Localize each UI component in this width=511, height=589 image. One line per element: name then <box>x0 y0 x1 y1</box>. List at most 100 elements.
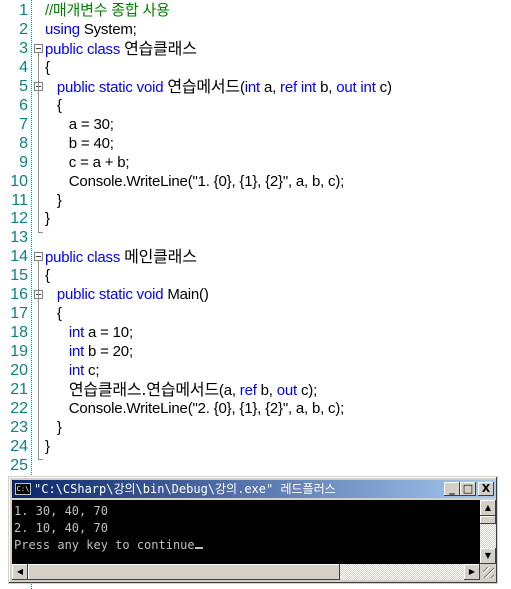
code-line[interactable]: 8 b = 40; <box>0 134 511 153</box>
console-output-area[interactable]: 1. 30, 40, 70 2. 10, 40, 70 Press any ke… <box>12 500 480 564</box>
code-line[interactable]: 17 { <box>0 304 511 323</box>
close-button[interactable]: X <box>478 482 494 496</box>
code-line[interactable]: 2 using System; <box>0 20 511 39</box>
code-line[interactable]: 11 } <box>0 191 511 210</box>
line-number: 20 <box>10 362 28 380</box>
code-line[interactable]: 16 public static void Main() <box>0 285 511 304</box>
collapse-toggle-icon[interactable] <box>34 252 43 262</box>
code-text: public static void Main() <box>45 285 209 304</box>
code-token: Main() <box>167 286 209 304</box>
line-number: 3 <box>19 39 28 57</box>
code-token: c) <box>379 78 392 96</box>
keyword-token: out int <box>336 78 380 96</box>
code-text: public class 연습클래스 <box>45 39 197 59</box>
code-token: (a, <box>218 382 240 399</box>
outline-guide-end <box>38 459 43 460</box>
scroll-right-arrow-icon[interactable]: ▶ <box>464 564 480 580</box>
code-text: b = 40; <box>45 134 114 153</box>
line-number: 10 <box>10 172 28 190</box>
code-text: { <box>45 96 62 115</box>
line-number: 23 <box>10 418 28 436</box>
code-line[interactable]: 24} <box>0 437 511 456</box>
line-number: 16 <box>10 286 28 304</box>
scroll-left-arrow-icon[interactable]: ◀ <box>12 564 28 580</box>
vertical-scroll-thumb[interactable] <box>480 516 496 524</box>
code-line[interactable]: 23 } <box>0 418 511 437</box>
code-line[interactable]: 18 int a = 10; <box>0 323 511 342</box>
keyword-token: using <box>45 20 84 38</box>
code-line[interactable]: 21 연습클래스.연습메서드(a, ref b, out c); <box>0 380 511 399</box>
code-text: } <box>45 209 50 228</box>
code-token: { <box>45 58 50 76</box>
code-line[interactable]: 6 { <box>0 96 511 115</box>
line-number: 18 <box>10 324 28 342</box>
code-line[interactable]: 15 { <box>0 266 511 285</box>
code-text: { <box>45 304 62 323</box>
code-line[interactable]: 4{ <box>0 58 511 77</box>
keyword-token: int <box>244 78 264 96</box>
keyword-token: public class <box>45 249 125 267</box>
code-line[interactable]: 7 a = 30; <box>0 115 511 134</box>
code-text: a = 30; <box>45 115 114 134</box>
code-token: c; <box>88 362 100 380</box>
code-token: } <box>45 437 50 455</box>
line-number: 5 <box>19 77 28 95</box>
keyword-token: public class <box>45 40 125 58</box>
line-number: 1 <box>19 2 28 19</box>
code-token: System; <box>83 20 137 38</box>
code-text: public static void 연습메서드(int a, ref int … <box>45 77 392 97</box>
console-titlebar[interactable]: C:\ "C:\CSharp\강의\bin\Debug\강의.exe" 레드플러… <box>12 480 496 498</box>
line-number: 2 <box>19 20 28 38</box>
code-line[interactable]: 20 int c; <box>0 361 511 380</box>
code-line[interactable]: 5 public static void 연습메서드(int a, ref in… <box>0 77 511 96</box>
line-number: 15 <box>10 267 28 285</box>
code-token: 연습클래스.연습메서드 <box>68 380 219 399</box>
code-line[interactable]: 25 <box>0 456 511 475</box>
horizontal-scroll-thumb[interactable] <box>28 564 340 580</box>
console-app-icon[interactable]: C:\ <box>15 483 31 495</box>
code-line[interactable]: 14 public class 메인클래스 <box>0 247 511 266</box>
resize-grip-icon[interactable] <box>480 564 496 580</box>
code-text: public class 메인클래스 <box>45 247 197 267</box>
code-line[interactable]: 10 Console.WriteLine("1. {0}, {1}, {2}",… <box>0 172 511 191</box>
code-line[interactable]: 3 public class 연습클래스 <box>0 39 511 58</box>
console-output-line: 2. 10, 40, 70 <box>14 521 108 535</box>
code-token: b, <box>320 78 337 96</box>
code-token: } <box>45 418 62 436</box>
vertical-scrollbar[interactable]: ▲ ▼ <box>480 500 496 564</box>
code-line[interactable]: 22 Console.WriteLine("2. {0}, {1}, {2}",… <box>0 399 511 418</box>
code-line[interactable]: 13 <box>0 228 511 247</box>
scroll-up-arrow-icon[interactable]: ▲ <box>480 500 496 516</box>
code-text: using System; <box>45 20 137 39</box>
horizontal-scrollbar[interactable]: ◀ ▶ <box>12 564 480 580</box>
code-text: { <box>45 266 50 285</box>
maximize-button[interactable]: □ <box>460 482 476 496</box>
code-token: b, <box>260 382 277 399</box>
code-line[interactable]: 9 c = a + b; <box>0 153 511 172</box>
code-line[interactable]: 1 //매개변수 종합 사용 <box>0 1 511 20</box>
line-number: 21 <box>10 381 28 398</box>
line-number: 13 <box>10 229 28 247</box>
code-token: b = 20; <box>88 343 133 361</box>
keyword-token: ref <box>239 382 261 399</box>
minimize-button[interactable]: _ <box>444 482 460 496</box>
code-text: int b = 20; <box>45 342 133 361</box>
code-token: Console.WriteLine("1. {0}, {1}, {2}", a,… <box>45 172 345 190</box>
outline-guide-class1 <box>38 52 39 232</box>
code-token: 메인클래스 <box>124 247 197 267</box>
line-number: 17 <box>10 305 28 323</box>
code-token: c); <box>300 382 318 399</box>
code-text: { <box>45 58 50 77</box>
code-line[interactable]: 12} <box>0 209 511 228</box>
code-token: { <box>45 305 62 323</box>
code-token: } <box>45 210 50 228</box>
code-token: { <box>45 96 62 114</box>
line-number: 12 <box>10 210 28 228</box>
code-line[interactable]: 19 int b = 20; <box>0 342 511 361</box>
code-token: } <box>45 191 62 209</box>
code-token: a, <box>263 78 281 96</box>
scroll-down-arrow-icon[interactable]: ▼ <box>480 548 496 564</box>
console-window[interactable]: C:\ "C:\CSharp\강의\bin\Debug\강의.exe" 레드플러… <box>8 476 498 584</box>
